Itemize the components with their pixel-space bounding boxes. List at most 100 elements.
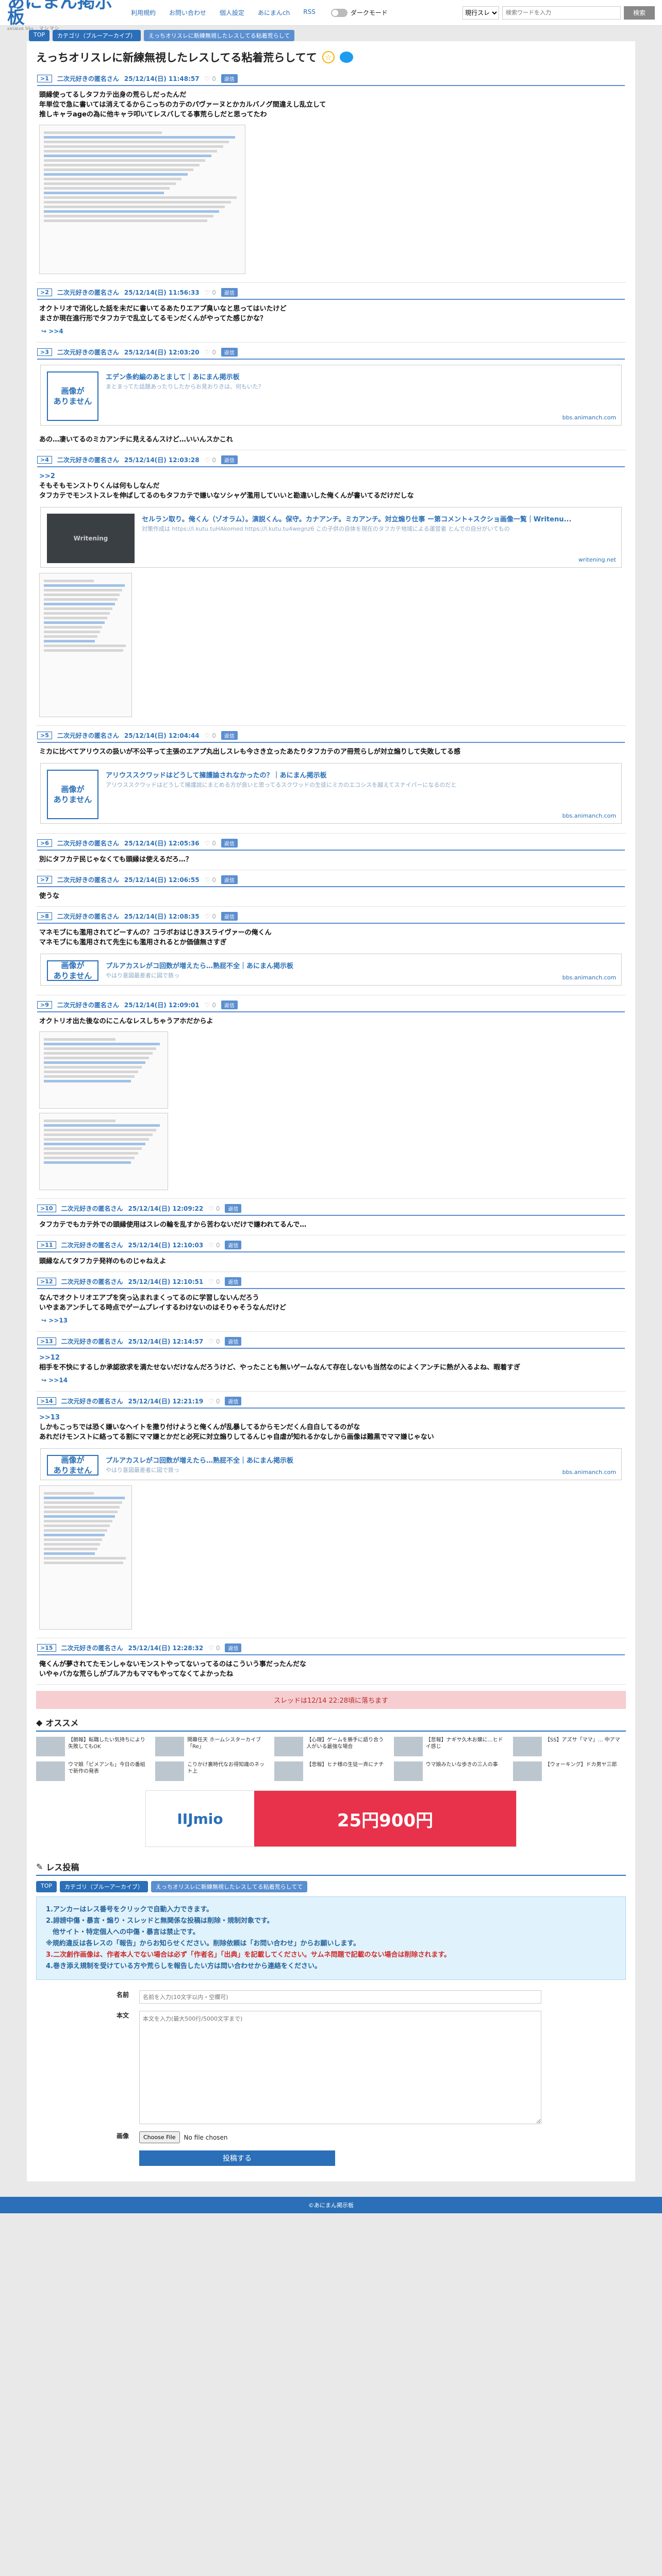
search-button[interactable]: 検索 xyxy=(624,6,655,20)
post-number[interactable]: >13 xyxy=(37,1337,56,1345)
recommend-item[interactable]: 【悲報】ヒナ様の生徒一斉にナチ xyxy=(274,1761,387,1781)
report-button[interactable]: 返信 xyxy=(221,1001,238,1009)
crumb-top[interactable]: TOP xyxy=(29,30,50,41)
link-card[interactable]: Writening セルラン取り。俺くん（ゾオラム）。演説くん。保守。カナアンチ。… xyxy=(40,507,622,568)
report-button[interactable]: 返信 xyxy=(225,1397,242,1405)
crumb-top[interactable]: TOP xyxy=(36,1881,57,1892)
report-button[interactable]: 返信 xyxy=(225,1277,242,1286)
reply-link[interactable]: ↪ >>4 xyxy=(37,325,625,338)
recommend-item[interactable]: 【ウォーキング】ドカ男ヤ三郎 xyxy=(512,1761,626,1781)
like-icon[interactable]: ♡ 0 xyxy=(208,1278,220,1285)
search-scope-select[interactable]: 現行スレ xyxy=(462,6,499,20)
recommend-item[interactable]: 【朗報】転職したい気持ちにより失敗してもOK xyxy=(36,1737,149,1756)
report-button[interactable]: 返信 xyxy=(221,288,238,297)
report-button[interactable]: 返信 xyxy=(221,74,238,83)
crumb-thread[interactable]: えっちオリスレに新練無視したレスしてる粘着荒らしてて xyxy=(151,1881,308,1892)
body-textarea[interactable] xyxy=(139,2011,541,2124)
nav-rss[interactable]: RSS xyxy=(303,8,316,17)
choose-file-button[interactable]: Choose File xyxy=(139,2131,180,2143)
post-meta: >3 二次元好きの匿名さん 25/12/14(日) 12:03:20 ♡ 0 返信 xyxy=(37,348,625,360)
like-icon[interactable]: ♡ 0 xyxy=(205,876,216,884)
like-icon[interactable]: ♡ 0 xyxy=(205,1002,216,1009)
nav-terms[interactable]: 利用規約 xyxy=(131,8,156,17)
crumb-category[interactable]: カテゴリ（ブルーアーカイブ） xyxy=(60,1881,148,1892)
post-number[interactable]: >7 xyxy=(37,876,52,884)
link-card[interactable]: 画像が ありません プルアカスレがコ回数が増えたら…熟屁不全｜あにまん掲示板 やはり意… xyxy=(40,954,622,986)
post-image[interactable] xyxy=(39,125,245,274)
ad-banner[interactable]: IIJmio 25円900円 xyxy=(145,1790,517,1847)
recommend-item[interactable]: 【SS】アズサ「ママ」… 中アマ xyxy=(512,1737,626,1756)
post-image[interactable] xyxy=(39,1113,168,1190)
recommend-item[interactable]: 【悲報】ナギサ久木お嬢に…ヒドイ感じ xyxy=(393,1737,507,1756)
post-number[interactable]: >8 xyxy=(37,912,52,920)
recommend-item[interactable]: ウマ娘みたいな歩きの三人の事 xyxy=(393,1761,507,1781)
post-number[interactable]: >11 xyxy=(37,1241,56,1249)
post-number[interactable]: >12 xyxy=(37,1278,56,1285)
link-card[interactable]: 画像が ありません プルアカスレがコ回数が増えたら…熟屁不全｜あにまん掲示板 やはり意… xyxy=(40,1448,622,1480)
like-icon[interactable]: ♡ 0 xyxy=(205,349,216,356)
post-image[interactable] xyxy=(39,1031,168,1109)
crumb-thread[interactable]: えっちオリスレに新練無視したレスしてる粘着荒らして xyxy=(143,30,295,41)
crumb-category[interactable]: カテゴリ（ブルーアーカイブ） xyxy=(53,30,141,41)
like-icon[interactable]: ♡ 0 xyxy=(205,732,216,739)
link-card[interactable]: 画像が ありません エデン条約編のあとまして｜あにまん掲示板 まとまってた話題あったり… xyxy=(40,365,622,426)
post-number[interactable]: >9 xyxy=(37,1001,52,1009)
name-input[interactable] xyxy=(139,1990,541,2004)
post-number[interactable]: >14 xyxy=(37,1397,56,1405)
like-icon[interactable]: ♡ 0 xyxy=(205,913,216,920)
card-thumbnail: 画像が ありません xyxy=(47,1455,98,1476)
like-icon[interactable]: ♡ 0 xyxy=(208,1645,220,1652)
search-input[interactable] xyxy=(502,6,621,20)
site-logo[interactable]: あにまん掲示板 animan bbs · マシマシ xyxy=(7,0,121,31)
star-icon[interactable]: ☆ xyxy=(322,51,335,63)
dark-mode-toggle[interactable]: ダークモード xyxy=(330,8,388,17)
report-button[interactable]: 返信 xyxy=(221,731,238,740)
post-number[interactable]: >10 xyxy=(37,1205,56,1212)
recommend-item[interactable]: こりかけ裏時代なお得知識のネット上 xyxy=(155,1761,268,1781)
card-thumbnail: 画像が ありません xyxy=(47,770,98,819)
like-icon[interactable]: ♡ 0 xyxy=(205,289,216,296)
post-image[interactable] xyxy=(39,1485,132,1630)
post-body: 頭縁なんてタフカテ発祥のものじゃねえよ xyxy=(39,1258,167,1265)
post-number[interactable]: >1 xyxy=(37,75,52,82)
like-icon[interactable]: ♡ 0 xyxy=(205,456,216,464)
post-number[interactable]: >5 xyxy=(37,732,52,739)
report-button[interactable]: 返信 xyxy=(225,1204,242,1213)
report-button[interactable]: 返信 xyxy=(221,875,238,884)
post-number[interactable]: >6 xyxy=(37,839,52,847)
like-icon[interactable]: ♡ 0 xyxy=(208,1242,220,1249)
reply-link[interactable]: ↪ >>13 xyxy=(37,1314,625,1327)
link-card[interactable]: 画像が ありません アリウススクワッドはどうして擁護論されなかったの？｜あにまん掲示… xyxy=(40,763,622,824)
nav-animanch[interactable]: あにまんch xyxy=(258,8,290,17)
nav-contact[interactable]: お問い合わせ xyxy=(169,8,206,17)
post-image[interactable] xyxy=(39,573,132,717)
like-icon[interactable]: ♡ 0 xyxy=(205,840,216,847)
post-date: 25/12/14(日) 11:48:57 xyxy=(124,75,200,82)
twitter-icon[interactable] xyxy=(339,52,353,63)
like-icon[interactable]: ♡ 0 xyxy=(205,75,216,82)
like-icon[interactable]: ♡ 0 xyxy=(208,1205,220,1212)
report-button[interactable]: 返信 xyxy=(225,1337,242,1346)
report-button[interactable]: 返信 xyxy=(225,1241,242,1249)
report-button[interactable]: 返信 xyxy=(221,348,238,357)
submit-button[interactable]: 投稿する xyxy=(139,2150,335,2166)
form-breadcrumb: TOP カテゴリ（ブルーアーカイブ） えっちオリスレに新練無視したレスしてる粘着… xyxy=(36,1881,626,1892)
post-number[interactable]: >3 xyxy=(37,348,52,356)
toggle-switch[interactable] xyxy=(330,8,347,17)
report-button[interactable]: 返信 xyxy=(221,839,238,848)
post-date: 25/12/14(日) 12:03:28 xyxy=(124,456,200,464)
reply-link[interactable]: ↪ >>14 xyxy=(37,1374,625,1387)
post-number[interactable]: >4 xyxy=(37,456,52,464)
report-button[interactable]: 返信 xyxy=(221,455,238,464)
recommend-item[interactable]: 開幕任天 ホームシスターカイブ「Re」 xyxy=(155,1737,268,1756)
like-icon[interactable]: ♡ 0 xyxy=(208,1398,220,1405)
recommend-item[interactable]: 【心理】ゲームを勝手に語り合う人がいる最強な場合 xyxy=(274,1737,387,1756)
like-icon[interactable]: ♡ 0 xyxy=(208,1338,220,1345)
report-button[interactable]: 返信 xyxy=(221,912,238,921)
post-number[interactable]: >15 xyxy=(37,1644,56,1652)
report-button[interactable]: 返信 xyxy=(225,1643,242,1652)
recommend-item[interactable]: ウマ娘「ピメアンも」今日の番組で新作の発表 xyxy=(36,1761,149,1781)
post-number[interactable]: >2 xyxy=(37,289,52,296)
nav-settings[interactable]: 個人設定 xyxy=(220,8,244,17)
post-body: マネモブにも濫用されてどーすんの？コラボおはじき3スライヴァーの俺くん マネモブに… xyxy=(39,929,272,946)
